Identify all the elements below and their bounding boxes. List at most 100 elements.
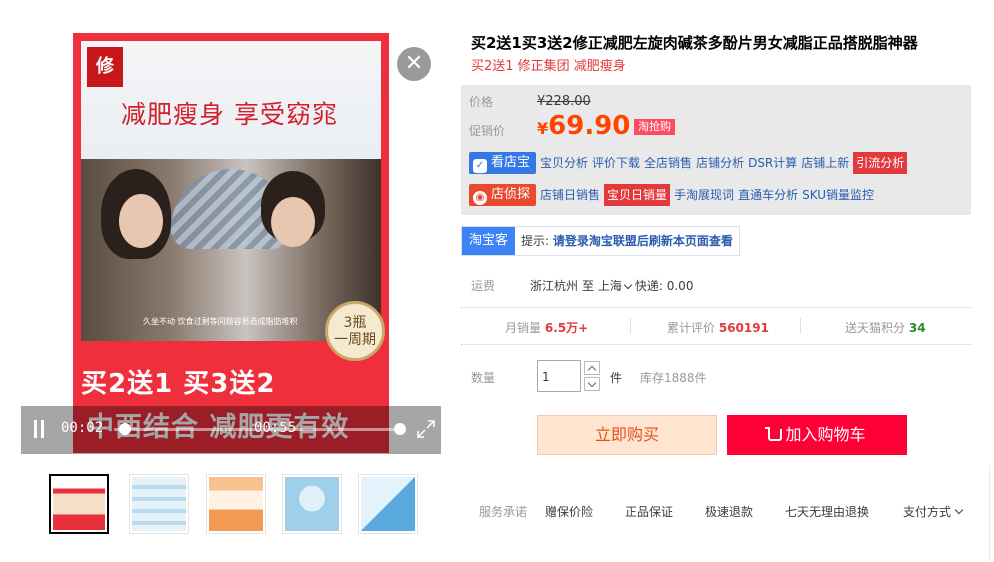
shipping-method: 快递: 0.00 — [634, 279, 694, 293]
video-progress-knob[interactable] — [119, 423, 132, 435]
tool-link-store-daily[interactable]: 店铺日销售 — [540, 184, 600, 206]
stat-divider — [630, 318, 631, 334]
quantity-unit: 件 — [610, 371, 623, 385]
thumbnail-image — [209, 477, 263, 531]
promo-price: ¥69.90 — [537, 111, 630, 141]
thumbnail-4[interactable] — [282, 474, 342, 534]
kandianbao-toolbar: ✓ 看店宝 宝贝分析 评价下载 全店销售 店铺分析 DSR计算 店铺上新 引流分析 — [469, 152, 908, 174]
video-controls: 00:02 00:55 — [21, 406, 441, 454]
service-item-price-protect[interactable]: 赠保价险 — [545, 503, 593, 520]
poster-promo-line1: 买2送1 买3送2 — [81, 369, 276, 399]
kandianbao-label: 看店宝 — [491, 155, 531, 170]
flash-sale-tag[interactable]: 淘抢购 — [634, 119, 675, 135]
service-promises: 服务承诺 赠保价险 正品保证 极速退款 七天无理由退换 支付方式 — [479, 503, 994, 521]
stat-divider — [800, 318, 801, 334]
product-detail: 买2送1买3送2修正减肥左旋肉碱茶多酚片男女减脂正品搭脱脂神器 买2送1 修正集… — [461, 0, 994, 562]
currency-symbol: ¥ — [537, 119, 549, 138]
reviews-value: 560191 — [718, 321, 769, 335]
service-item-genuine[interactable]: 正品保证 — [625, 503, 673, 520]
ship-to-word: 至 — [582, 279, 595, 293]
badge-line-1: 3瓶 — [343, 315, 367, 331]
cart-icon — [765, 427, 783, 441]
taobaoke-prefix: 提示: — [521, 234, 550, 248]
person-right-face — [271, 197, 315, 247]
tool-link-ztc[interactable]: 直通车分析 — [738, 184, 798, 206]
kandianbao-button[interactable]: ✓ 看店宝 — [469, 152, 537, 174]
tmall-points: 送天猫积分 34 — [845, 319, 926, 336]
thumbnail-2[interactable] — [129, 474, 189, 534]
video-subtitle: 久坐不动 饮食过剩等问题容易造成脂肪堆积 — [143, 317, 298, 326]
thumbnail-5[interactable] — [358, 474, 418, 534]
taobaoke-tag[interactable]: 淘宝客 — [462, 227, 516, 255]
monthly-sales: 月销量 6.5万+ — [505, 319, 588, 336]
tool-link-traffic-analysis[interactable]: 引流分析 — [853, 152, 908, 174]
tool-link-review-download[interactable]: 评价下载 — [592, 152, 640, 174]
brand-logo: 修 — [87, 47, 123, 87]
video-duration: 00:55 — [254, 420, 297, 436]
tool-link-item-daily[interactable]: 宝贝日销量 — [604, 184, 671, 206]
diantan-icon: ◉ — [473, 191, 487, 205]
ship-from: 浙江杭州 — [530, 279, 579, 293]
volume-knob[interactable] — [394, 423, 406, 435]
add-to-cart-button[interactable]: 加入购物车 — [727, 415, 907, 455]
tool-link-new-arrivals[interactable]: 店铺上新 — [801, 152, 849, 174]
taobaoke-notice: 淘宝客 提示: 请登录淘宝联盟后刷新本页面查看 — [461, 226, 740, 256]
service-item-fast-refund[interactable]: 极速退款 — [705, 503, 753, 520]
thumbnail-image — [132, 477, 186, 531]
divider — [461, 344, 971, 345]
product-subtitle: 买2送1 修正集团 减肥瘦身 — [471, 59, 626, 74]
product-title: 买2送1买3送2修正减肥左旋肉碱茶多酚片男女减脂正品搭脱脂神器 — [471, 34, 918, 52]
total-reviews[interactable]: 累计评价 560191 — [667, 319, 769, 336]
chevron-down-icon — [623, 280, 633, 290]
payment-method-dropdown[interactable]: 支付方式 — [903, 503, 964, 520]
quantity-row: 数量 1 件 库存1888件 — [471, 360, 971, 392]
diantan-toolbar: ◉ 店侦探 店铺日销售 宝贝日销量 手淘展现词 直通车分析 SKU销量监控 — [469, 184, 874, 206]
diantan-label: 店侦探 — [491, 187, 531, 202]
tool-link-search-words[interactable]: 手淘展现词 — [674, 184, 734, 206]
quantity-input[interactable]: 1 — [537, 360, 581, 392]
quantity-increase-button[interactable] — [584, 361, 600, 375]
product-video-poster[interactable]: 修 减肥瘦身 享受窈窕 久坐不动 饮食过剩等问题容易造成脂肪堆积 3瓶 一周期 … — [73, 33, 389, 453]
tool-link-store-analysis[interactable]: 店铺分析 — [696, 152, 744, 174]
original-price-label: 价格 — [469, 95, 494, 109]
product-media: 修 减肥瘦身 享受窈窕 久坐不动 饮食过剩等问题容易造成脂肪堆积 3瓶 一周期 … — [21, 33, 441, 454]
cycle-badge: 3瓶 一周期 — [325, 301, 385, 361]
sales-stats: 月销量 6.5万+ 累计评价 560191 送天猫积分 34 — [461, 316, 971, 338]
tool-link-dsr[interactable]: DSR计算 — [748, 152, 797, 174]
add-to-cart-label: 加入购物车 — [785, 425, 866, 444]
buy-now-button[interactable]: 立即购买 — [537, 415, 717, 455]
fullscreen-icon[interactable] — [417, 420, 435, 438]
tool-link-sku[interactable]: SKU销量监控 — [802, 184, 874, 206]
service-item-7day-return[interactable]: 七天无理由退换 — [785, 503, 869, 520]
ship-to-city: 上海 — [597, 279, 622, 293]
promo-price-label: 促销价 — [469, 124, 506, 138]
thumbnail-1[interactable] — [49, 474, 109, 534]
video-current-time: 00:02 — [61, 420, 104, 436]
shipping-row: 运费 浙江杭州至 上海 快递: 0.00 — [471, 277, 971, 294]
kandianbao-icon: ✓ — [473, 159, 487, 173]
poster-slogan: 减肥瘦身 享受窈窕 — [121, 100, 338, 129]
quantity-label: 数量 — [471, 371, 496, 385]
stock-count: 库存1888件 — [640, 371, 707, 385]
ship-to-selector[interactable]: 上海 — [598, 279, 635, 293]
divider — [989, 466, 990, 562]
service-label: 服务承诺 — [479, 505, 528, 519]
quantity-decrease-button[interactable] — [584, 377, 600, 391]
thumbnail-image — [285, 477, 339, 531]
chevron-down-icon — [954, 505, 964, 515]
shipping-label: 运费 — [471, 279, 496, 293]
tool-link-store-sales[interactable]: 全店销售 — [644, 152, 692, 174]
monthly-sales-label: 月销量 — [505, 321, 542, 335]
divider — [461, 307, 971, 308]
taobaoke-login-link[interactable]: 请登录淘宝联盟后刷新本页面查看 — [553, 234, 733, 248]
close-video-button[interactable]: ✕ — [397, 47, 431, 81]
thumbnail-3[interactable] — [206, 474, 266, 534]
taobaoke-message: 提示: 请登录淘宝联盟后刷新本页面查看 — [515, 227, 739, 255]
promo-price-value: 69.90 — [548, 111, 631, 141]
tool-link-baobei[interactable]: 宝贝分析 — [540, 152, 588, 174]
monthly-sales-value: 6.5万+ — [544, 321, 589, 335]
poster-image: 修 减肥瘦身 享受窈窕 久坐不动 饮食过剩等问题容易造成脂肪堆积 — [81, 41, 381, 341]
diantan-button[interactable]: ◉ 店侦探 — [469, 184, 537, 206]
thumbnail-image — [53, 478, 105, 530]
pause-icon[interactable] — [33, 420, 45, 438]
